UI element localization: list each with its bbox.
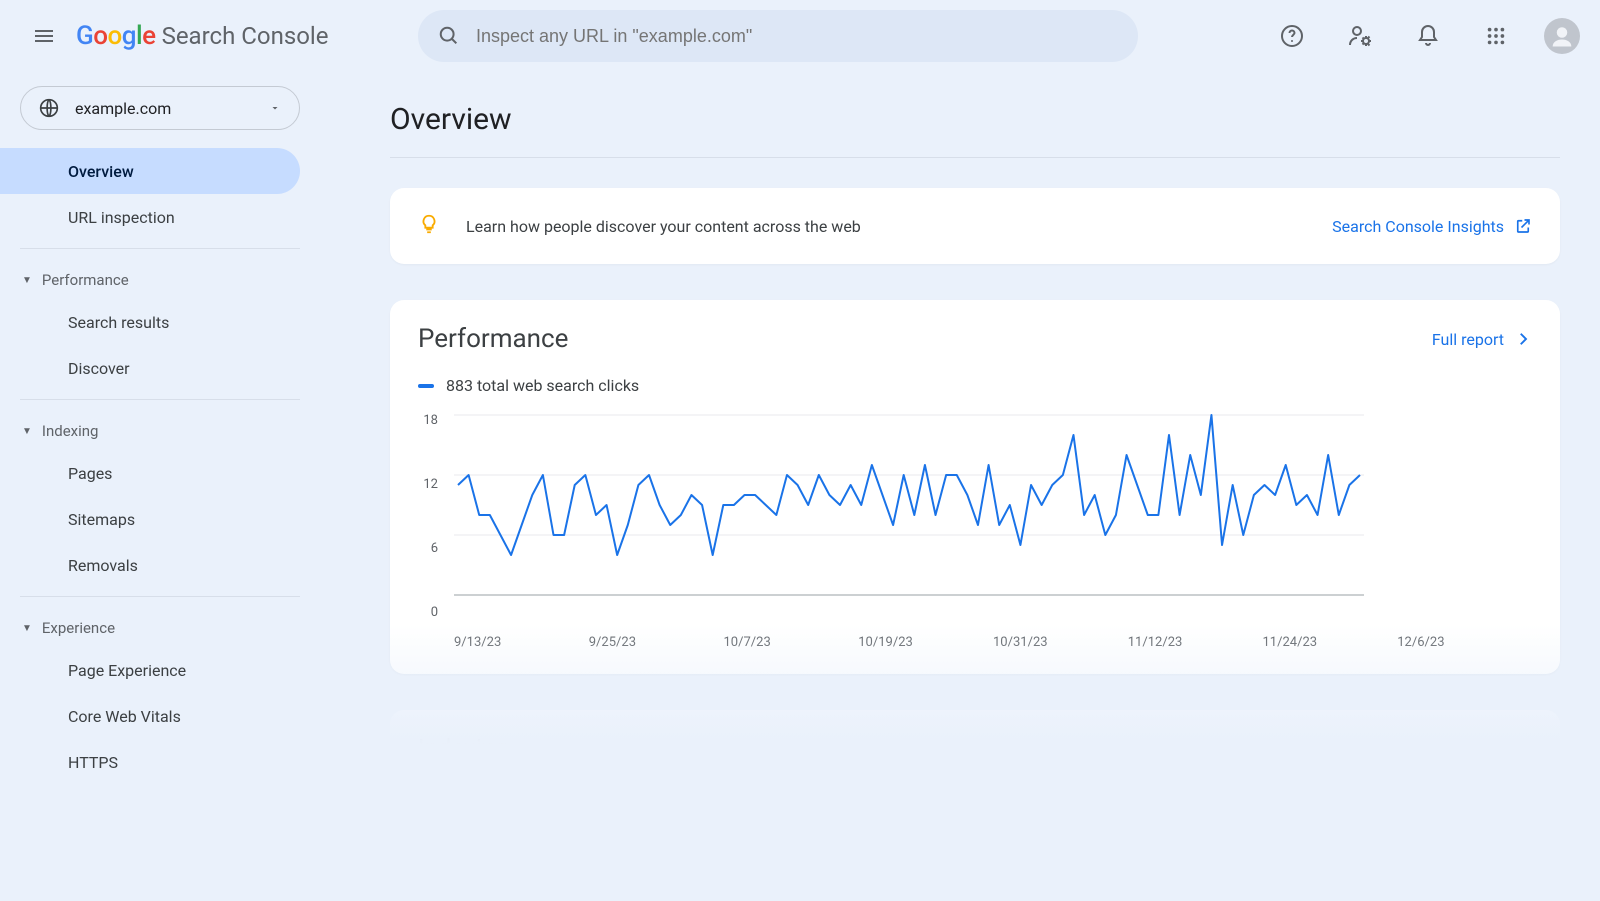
help-icon [1280, 24, 1304, 48]
lightbulb-icon [418, 213, 440, 239]
section-title: Experience [42, 619, 115, 637]
sidebar-item-sitemaps[interactable]: Sitemaps [0, 496, 300, 542]
sidebar-section-performance[interactable]: ▼ Performance [0, 257, 320, 299]
chevron-right-icon [1514, 330, 1532, 348]
chevron-down-icon [269, 102, 281, 114]
search-icon [438, 25, 460, 47]
sidebar-item-pages[interactable]: Pages [0, 450, 300, 496]
url-inspect-bar[interactable] [418, 10, 1138, 62]
performance-card: Performance Full report 883 total web se… [390, 300, 1560, 674]
search-icon [22, 207, 44, 227]
main-content: Overview Learn how people discover your … [390, 72, 1600, 785]
home-icon [22, 161, 44, 181]
sidebar-item-label: Pages [68, 464, 112, 483]
legend-swatch [418, 384, 434, 388]
globe-icon [39, 98, 59, 118]
insights-link-label: Search Console Insights [1332, 217, 1504, 236]
apps-grid-icon [1485, 25, 1507, 47]
triangle-down-icon: ▼ [22, 275, 32, 286]
line-chart [454, 413, 1364, 623]
apps-button[interactable] [1476, 16, 1516, 56]
sidebar-item-url-inspection[interactable]: URL inspection [0, 194, 300, 240]
property-selector[interactable]: example.com [20, 86, 300, 130]
chart-legend: 883 total web search clicks [418, 376, 1532, 395]
sidebar-section-indexing[interactable]: ▼ Indexing [0, 408, 320, 450]
eye-off-icon [22, 555, 44, 575]
notifications-button[interactable] [1408, 16, 1448, 56]
performance-title: Performance [418, 324, 568, 354]
sidebar-item-label: Core Web Vitals [68, 707, 181, 726]
sidebar-item-label: Overview [68, 162, 134, 181]
performance-chart: 181260 9/13/239/25/2310/7/2310/19/2310/3… [418, 413, 1532, 650]
url-inspect-input[interactable] [476, 26, 1118, 47]
full-report-link[interactable]: Full report [1432, 330, 1532, 349]
sidebar-item-discover[interactable]: Discover [0, 345, 300, 391]
sparkle-icon [22, 358, 44, 378]
sidebar: example.com Overview URL inspection ▼ Pe… [0, 72, 320, 785]
sidebar-item-label: Search results [68, 313, 169, 332]
page-title: Overview [390, 72, 1560, 157]
account-avatar[interactable] [1544, 18, 1580, 54]
bell-icon [1416, 24, 1440, 48]
lock-icon [22, 752, 44, 772]
app-logo[interactable]: Google Search Console [76, 21, 376, 51]
insights-card: Learn how people discover your content a… [390, 188, 1560, 264]
google-logo: Google [76, 21, 156, 51]
menu-button[interactable] [20, 12, 68, 60]
sidebar-item-label: Discover [68, 359, 130, 378]
x-axis-labels: 9/13/239/25/2310/7/2310/19/2310/31/2311/… [454, 635, 1532, 650]
legend-text: 883 total web search clicks [446, 376, 639, 395]
sidebar-item-removals[interactable]: Removals [0, 542, 300, 588]
circle-arrow-icon [22, 660, 44, 680]
property-domain: example.com [75, 99, 269, 118]
triangle-down-icon: ▼ [22, 623, 32, 634]
users-settings-button[interactable] [1340, 16, 1380, 56]
person-icon [1548, 22, 1576, 50]
app-name: Search Console [162, 22, 329, 50]
section-title: Indexing [42, 422, 99, 440]
external-link-icon [1514, 217, 1532, 235]
sidebar-item-label: Removals [68, 556, 138, 575]
indexing-title: Indexing [418, 734, 1532, 762]
insights-link[interactable]: Search Console Insights [1332, 217, 1532, 236]
section-title: Performance [42, 271, 129, 289]
google-g-icon [22, 312, 44, 332]
gauge-icon [22, 706, 44, 726]
sidebar-item-core-web-vitals[interactable]: Core Web Vitals [0, 693, 300, 739]
y-axis-labels: 181260 [414, 413, 438, 650]
pages-icon [22, 463, 44, 483]
sidebar-item-page-experience[interactable]: Page Experience [0, 647, 300, 693]
full-report-label: Full report [1432, 330, 1504, 349]
indexing-card-truncated: Indexing [390, 710, 1560, 770]
sidebar-item-label: Page Experience [68, 661, 186, 680]
sitemap-icon [22, 509, 44, 529]
sidebar-item-label: URL inspection [68, 208, 175, 227]
sidebar-item-overview[interactable]: Overview [0, 148, 300, 194]
insights-message: Learn how people discover your content a… [466, 217, 1332, 236]
sidebar-section-experience[interactable]: ▼ Experience [0, 605, 320, 647]
triangle-down-icon: ▼ [22, 426, 32, 437]
sidebar-item-https[interactable]: HTTPS [0, 739, 300, 785]
sidebar-item-label: HTTPS [68, 753, 118, 772]
sidebar-item-label: Sitemaps [68, 510, 135, 529]
help-button[interactable] [1272, 16, 1312, 56]
user-gear-icon [1348, 24, 1372, 48]
sidebar-item-search-results[interactable]: Search results [0, 299, 300, 345]
